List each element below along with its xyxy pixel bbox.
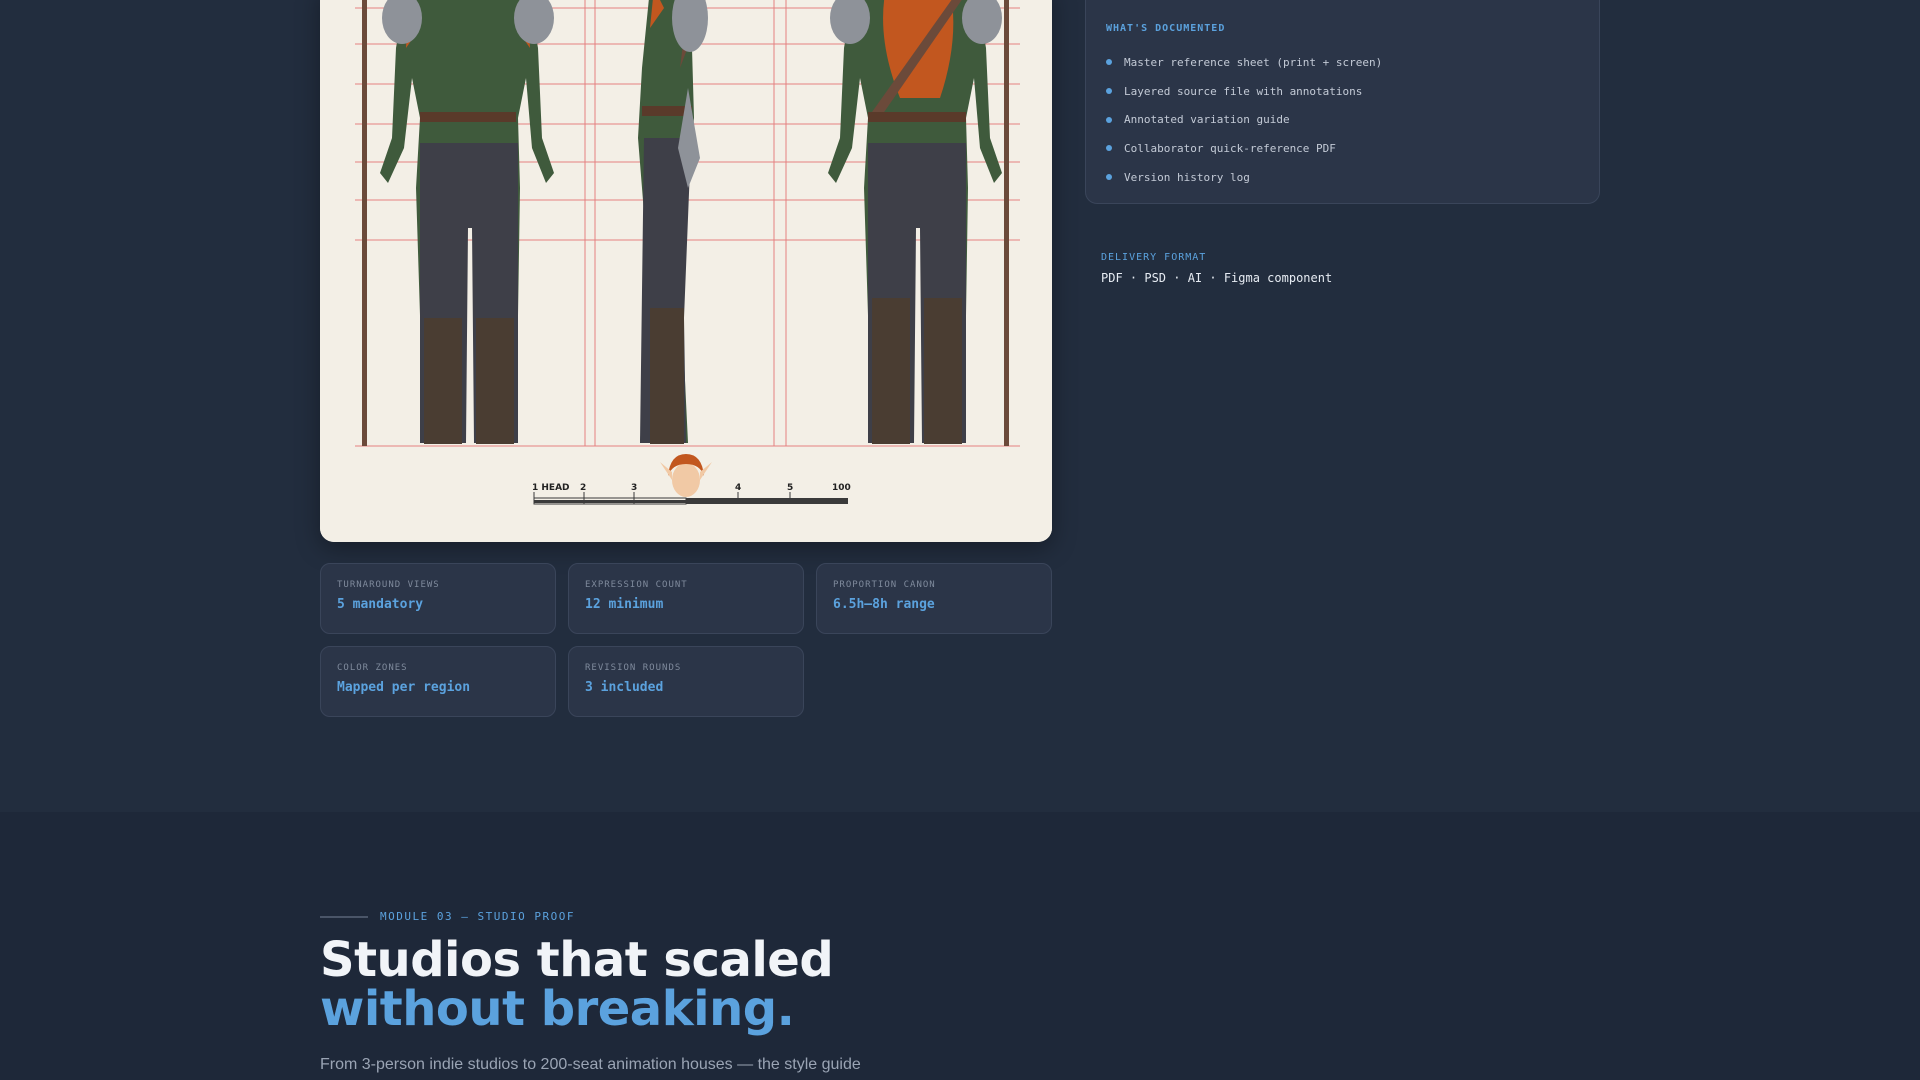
scale-label: 1 HEAD bbox=[532, 483, 570, 493]
character-turnaround-sheet: 1 HEAD 2 3 4 5 100 bbox=[320, 0, 1052, 542]
section-headline: Studios that scaled without breaking. bbox=[320, 932, 834, 1037]
spec-card-color-zones: COLOR ZONES Mapped per region bbox=[320, 646, 556, 717]
bullet-icon bbox=[1106, 59, 1112, 66]
spec-card-revision-rounds: REVISION ROUNDS 3 included bbox=[568, 646, 804, 717]
spec-value: 6.5h–8h range bbox=[833, 597, 935, 612]
list-item: Collaborator quick-reference PDF bbox=[1106, 134, 1579, 163]
spec-label: PROPORTION CANON bbox=[833, 580, 936, 590]
delivery-format-value: PDF · PSD · AI · Figma component bbox=[1101, 271, 1333, 285]
scale-label: 5 bbox=[787, 483, 793, 493]
documented-title: WHAT'S DOCUMENTED bbox=[1106, 23, 1226, 34]
headline-line-1: Studios that scaled bbox=[320, 932, 834, 988]
spec-label: EXPRESSION COUNT bbox=[585, 580, 688, 590]
bullet-icon bbox=[1106, 116, 1112, 123]
list-item: Layered source file with annotations bbox=[1106, 77, 1579, 106]
documented-list: Master reference sheet (print + screen) … bbox=[1106, 48, 1579, 191]
documented-panel: WHAT'S DOCUMENTED Master reference sheet… bbox=[1085, 0, 1600, 204]
spec-value: 12 minimum bbox=[585, 597, 664, 612]
headline-line-2: without breaking. bbox=[320, 981, 795, 1037]
spec-value: 3 included bbox=[585, 680, 664, 695]
section-lede: From 3-person indie studios to 200-seat … bbox=[320, 1056, 861, 1073]
eyebrow-divider bbox=[320, 915, 368, 918]
spec-value: Mapped per region bbox=[337, 680, 471, 695]
list-item-label: Version history log bbox=[1124, 170, 1250, 184]
list-item: Version history log bbox=[1106, 163, 1579, 192]
module-eyebrow: MODULE 03 — STUDIO PROOF bbox=[320, 910, 575, 923]
spec-card-turnaround-views: TURNAROUND VIEWS 5 mandatory bbox=[320, 563, 556, 634]
list-item: Master reference sheet (print + screen) bbox=[1106, 48, 1579, 77]
list-item-label: Annotated variation guide bbox=[1124, 113, 1290, 127]
scale-label: 3 bbox=[631, 483, 637, 493]
turnaround-illustration: 1 HEAD 2 3 4 5 100 bbox=[320, 0, 1052, 542]
delivery-format: DELIVERY FORMAT PDF · PSD · AI · Figma c… bbox=[1101, 252, 1332, 285]
eyebrow-text: MODULE 03 — STUDIO PROOF bbox=[380, 910, 575, 923]
spec-label: REVISION ROUNDS bbox=[585, 663, 682, 673]
bullet-icon bbox=[1106, 88, 1112, 95]
spec-label: COLOR ZONES bbox=[337, 663, 408, 673]
list-item-label: Master reference sheet (print + screen) bbox=[1124, 55, 1383, 69]
list-item: Annotated variation guide bbox=[1106, 105, 1579, 134]
bullet-icon bbox=[1106, 174, 1112, 181]
bullet-icon bbox=[1106, 145, 1112, 152]
list-item-label: Layered source file with annotations bbox=[1124, 84, 1363, 98]
spec-card-proportion-canon: PROPORTION CANON 6.5h–8h range bbox=[816, 563, 1052, 634]
scale-label: 100 bbox=[832, 483, 851, 493]
delivery-format-label: DELIVERY FORMAT bbox=[1101, 252, 1207, 263]
scale-label: 4 bbox=[735, 483, 741, 493]
spec-card-expression-count: EXPRESSION COUNT 12 minimum bbox=[568, 563, 804, 634]
studio-proof-section bbox=[0, 812, 1920, 1080]
list-item-label: Collaborator quick-reference PDF bbox=[1124, 141, 1336, 155]
scale-label: 2 bbox=[580, 483, 586, 493]
spec-label: TURNAROUND VIEWS bbox=[337, 580, 440, 590]
spec-value: 5 mandatory bbox=[337, 597, 424, 612]
